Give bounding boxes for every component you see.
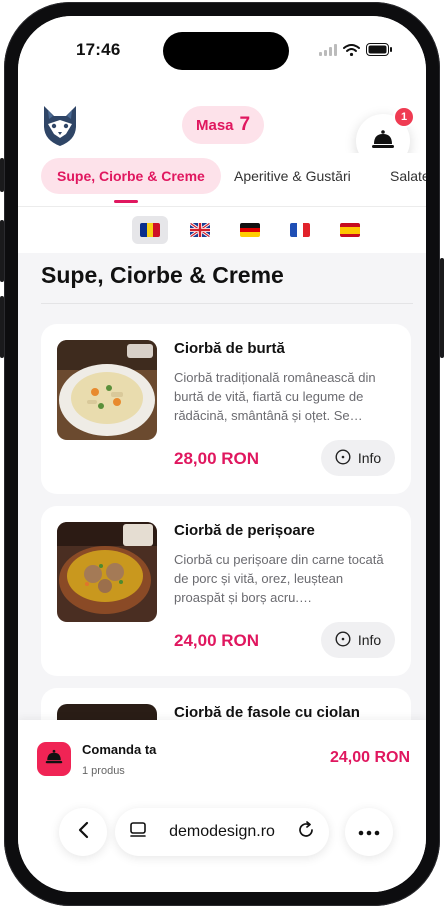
mute-switch bbox=[0, 158, 4, 192]
product-price: 28,00 RON bbox=[174, 449, 260, 468]
more-horizontal-icon bbox=[358, 823, 380, 841]
order-title: Comanda ta bbox=[82, 742, 157, 757]
product-price: 24,00 RON bbox=[174, 631, 260, 650]
phone-frame: 17:46 Masa 7 1 Supe, Ciorbe & Creme Aper… bbox=[0, 2, 444, 906]
order-icon bbox=[37, 742, 71, 776]
battery-icon bbox=[366, 43, 392, 61]
flag-gb-icon bbox=[190, 223, 210, 237]
order-item-count: 1 produs bbox=[82, 765, 125, 777]
tab-supe-ciorbe-creme[interactable]: Supe, Ciorbe & Creme bbox=[41, 158, 221, 194]
info-label: Info bbox=[357, 450, 382, 466]
table-badge: Masa 7 bbox=[182, 106, 265, 144]
status-bar: 17:46 bbox=[18, 16, 426, 82]
section-divider bbox=[41, 303, 413, 304]
tab-salate[interactable]: Salate bbox=[390, 158, 426, 194]
volume-down-button bbox=[0, 296, 4, 358]
language-ro-button[interactable] bbox=[132, 216, 168, 244]
power-button bbox=[440, 258, 444, 358]
product-info-button[interactable]: Info bbox=[321, 622, 395, 658]
order-summary-bar[interactable]: Comanda ta 1 produs 24,00 RON bbox=[18, 720, 426, 796]
status-time: 17:46 bbox=[76, 40, 121, 59]
product-card[interactable]: Ciorbă de burtă Ciorbă tradițională româ… bbox=[41, 324, 411, 494]
flag-ro-icon bbox=[140, 223, 160, 237]
flag-es-icon bbox=[340, 223, 360, 237]
info-icon bbox=[335, 448, 351, 468]
reload-icon[interactable] bbox=[297, 820, 315, 844]
language-es-button[interactable] bbox=[332, 216, 368, 244]
volume-up-button bbox=[0, 220, 4, 282]
product-description: Ciorbă tradițională românească din burtă… bbox=[174, 370, 376, 423]
info-label: Info bbox=[357, 632, 382, 648]
back-button[interactable] bbox=[59, 808, 107, 856]
service-bell-icon bbox=[45, 749, 63, 769]
active-tab-indicator bbox=[114, 200, 138, 203]
address-bar[interactable]: demodesign.ro bbox=[115, 808, 329, 856]
screen: 17:46 Masa 7 1 Supe, Ciorbe & Creme Aper… bbox=[18, 16, 426, 892]
info-icon bbox=[335, 630, 351, 650]
product-name: Ciorbă de fasole cu ciolan bbox=[174, 704, 360, 721]
signal-icon bbox=[319, 43, 337, 61]
product-image-meatball-soup bbox=[57, 522, 157, 622]
language-en-button[interactable] bbox=[182, 216, 218, 244]
category-tabs: Supe, Ciorbe & Creme Aperitive & Gustări… bbox=[18, 153, 426, 207]
product-name: Ciorbă de perișoare bbox=[174, 522, 315, 539]
browser-toolbar: demodesign.ro bbox=[18, 796, 426, 892]
page-menu-icon[interactable] bbox=[129, 821, 147, 844]
cart-count-badge: 1 bbox=[393, 106, 415, 128]
table-label: Masa bbox=[196, 116, 234, 134]
table-number: 7 bbox=[239, 114, 251, 135]
language-de-button[interactable] bbox=[232, 216, 268, 244]
status-icons bbox=[319, 43, 392, 61]
wifi-icon bbox=[343, 43, 360, 61]
more-button[interactable] bbox=[345, 808, 393, 856]
order-total: 24,00 RON bbox=[329, 749, 410, 766]
product-name: Ciorbă de burtă bbox=[174, 340, 285, 357]
product-info-button[interactable]: Info bbox=[321, 440, 395, 476]
product-description: Ciorbă cu perișoare din carne tocată de … bbox=[174, 552, 384, 605]
flag-fr-icon bbox=[290, 223, 310, 237]
tab-aperitive-gustari[interactable]: Aperitive & Gustări bbox=[234, 158, 351, 194]
chevron-left-icon bbox=[77, 821, 89, 844]
service-bell-icon bbox=[371, 129, 395, 154]
product-image-tripe-soup bbox=[57, 340, 157, 440]
flag-de-icon bbox=[240, 223, 260, 237]
url-text: demodesign.ro bbox=[169, 823, 275, 840]
section-title: Supe, Ciorbe & Creme bbox=[41, 262, 284, 288]
language-selector bbox=[18, 207, 426, 253]
product-card[interactable]: Ciorbă de perișoare Ciorbă cu perișoare … bbox=[41, 506, 411, 676]
dynamic-island bbox=[163, 32, 289, 70]
language-fr-button[interactable] bbox=[282, 216, 318, 244]
fox-logo-icon[interactable] bbox=[40, 104, 80, 148]
